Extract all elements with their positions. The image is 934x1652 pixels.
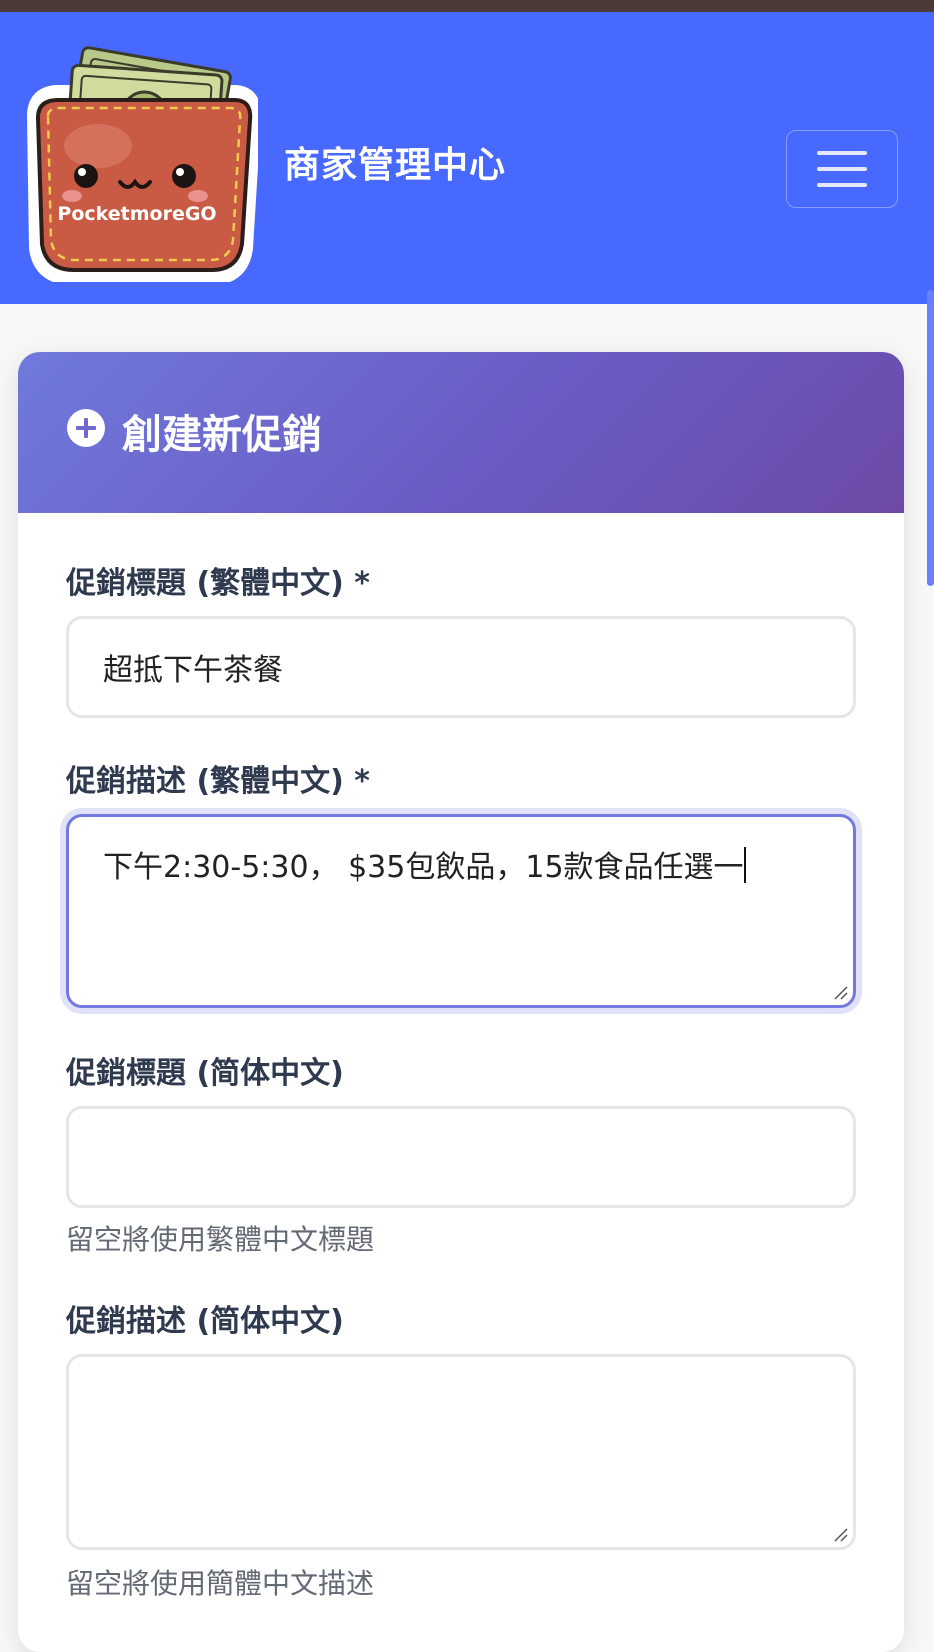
card-header: 創建新促銷 (18, 352, 904, 513)
create-promotion-card: 創建新促銷 促銷標題 (繁體中文) * 促銷描述 (繁體中文) * 下午2:30… (18, 352, 904, 1652)
hamburger-bar (817, 167, 867, 171)
window-top-strip (0, 0, 934, 12)
title-tc-input[interactable] (66, 616, 856, 718)
desc-sc-textarea[interactable] (66, 1354, 856, 1550)
pocketmorego-logo[interactable]: $ PocketmoreGO (24, 36, 258, 282)
desc-tc-value: 下午2:30-5:30， $35包飲品，15款食品任選一 (103, 850, 744, 885)
app-title: 商家管理中心 (284, 145, 507, 186)
title-tc-label: 促銷標題 (繁體中文) * (66, 566, 370, 601)
desc-tc-textarea[interactable]: 下午2:30-5:30， $35包飲品，15款食品任選一 (66, 814, 856, 1008)
page-scrollbar-thumb[interactable] (927, 290, 934, 586)
hamburger-bar (817, 183, 867, 187)
desc-sc-label: 促銷描述 (简体中文) (66, 1304, 344, 1339)
title-sc-input[interactable] (66, 1106, 856, 1208)
text-caret (743, 847, 746, 883)
resize-grip-icon[interactable] (831, 983, 849, 1001)
menu-toggle-button[interactable] (786, 130, 898, 208)
desc-sc-help: 留空將使用簡體中文描述 (66, 1567, 375, 1600)
logo-brand-text: PocketmoreGO (57, 203, 216, 225)
plus-circle-icon (67, 409, 105, 447)
navbar: $ PocketmoreGO 商家管理中心 (0, 12, 934, 304)
desc-tc-label: 促銷描述 (繁體中文) * (66, 764, 370, 799)
title-sc-label: 促銷標題 (简体中文) (66, 1056, 344, 1091)
card-title: 創建新促銷 (122, 412, 322, 458)
resize-grip-icon[interactable] (831, 1525, 849, 1543)
title-sc-help: 留空將使用繁體中文標題 (66, 1223, 375, 1256)
hamburger-menu-icon (817, 151, 867, 155)
